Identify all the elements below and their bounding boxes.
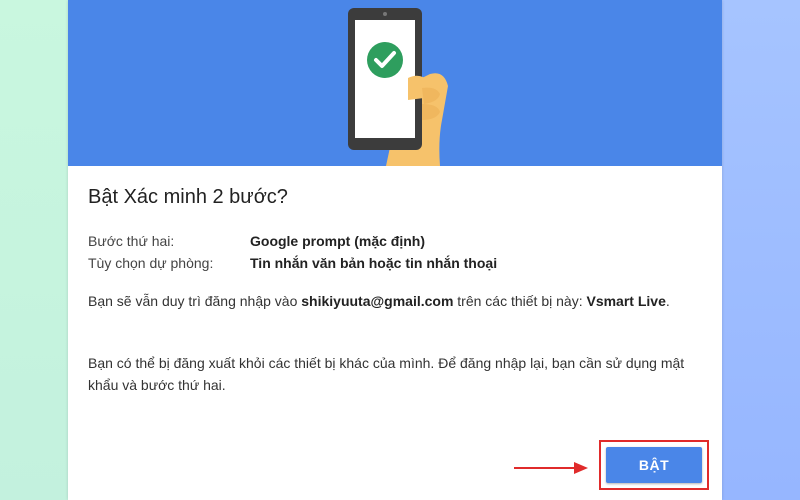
detail-label: Bước thứ hai: [88,233,175,249]
para1-text-c: . [665,293,670,309]
stay-signed-in-text: Bạn sẽ vẫn duy trì đăng nhập vào shikiyu… [88,290,700,312]
detail-row-backup-option: Tùy chọn dự phòng: Tin nhắn văn bản hoặc… [88,252,702,274]
dialog-title: Bật Xác minh 2 bước? [88,186,288,208]
detail-value: Google prompt (mặc định) [250,233,425,249]
detail-label: Tùy chọn dự phòng: [88,255,214,271]
para1-text-b: trên các thiết bị này: [453,293,587,309]
detail-row-second-step: Bước thứ hai: Google prompt (mặc định) [88,230,702,252]
dialog-banner [68,0,722,166]
turn-on-button[interactable]: BẬT [606,447,702,483]
background-left [0,0,68,500]
red-arrow-right-icon [514,462,588,474]
details-list: Bước thứ hai: Google prompt (mặc định) T… [88,230,702,274]
phone-hand-check-illustration [348,8,448,166]
background-right [722,0,800,500]
device-name: Vsmart Live [586,293,666,309]
sign-out-warning-text: Bạn có thể bị đăng xuất khỏi các thiết b… [88,355,685,393]
para1-text-a: Bạn sẽ vẫn duy trì đăng nhập vào [88,293,302,309]
two-step-dialog: Bật Xác minh 2 bước? Bước thứ hai: Googl… [68,0,722,500]
account-email: shikiyuuta@gmail.com [301,293,454,309]
detail-value: Tin nhắn văn bản hoặc tin nhắn thoại [250,255,498,271]
